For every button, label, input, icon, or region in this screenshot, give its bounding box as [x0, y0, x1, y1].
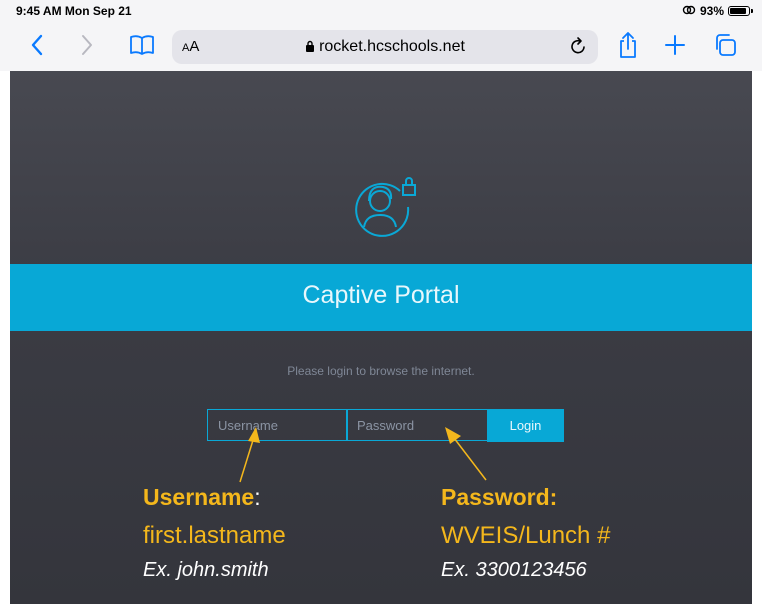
tabs-icon [716, 34, 736, 56]
url-text: rocket.hcschools.net [319, 38, 465, 55]
reload-button[interactable] [570, 35, 588, 62]
status-time: 9:45 AM Mon Sep 21 [16, 4, 132, 18]
share-icon [620, 32, 636, 58]
chevron-left-icon [31, 34, 43, 56]
battery-icon [728, 6, 753, 16]
password-arrow-icon [445, 427, 487, 481]
username-arrow-icon [239, 427, 260, 483]
username-annotation-title: Username: [143, 484, 261, 510]
annotation-arrows [239, 427, 487, 483]
lock-icon [306, 40, 315, 52]
chevron-right-icon [82, 35, 92, 55]
forward-button[interactable] [72, 30, 102, 60]
password-annotation-title: Password: [441, 484, 558, 510]
screen-lock-icon [682, 4, 696, 18]
book-icon [130, 35, 154, 55]
plus-icon [665, 35, 685, 55]
new-tab-button[interactable] [660, 30, 690, 60]
share-button[interactable] [613, 30, 643, 60]
battery-percent: 93% [699, 4, 724, 18]
browser-toolbar: AA rocket.hcschools.net [0, 22, 762, 71]
address-bar[interactable]: AA rocket.hcschools.net [172, 30, 598, 64]
username-annotation-value: first.lastname [143, 522, 286, 549]
status-bar: 9:45 AM Mon Sep 21 93% [0, 0, 762, 22]
back-button[interactable] [22, 30, 52, 60]
tabs-button[interactable] [710, 30, 740, 60]
captive-portal-page: Captive Portal Please login to browse th… [10, 71, 752, 604]
reload-icon [571, 37, 585, 54]
password-annotation-value: WVEIS/Lunch # [441, 522, 611, 549]
password-annotation-example: Ex. 3300123456 [441, 559, 587, 581]
url-display[interactable]: rocket.hcschools.net [172, 38, 598, 56]
username-annotation-example: Ex. john.smith [143, 559, 269, 581]
status-right: 93% [682, 4, 753, 18]
bookmarks-button[interactable] [127, 30, 157, 60]
